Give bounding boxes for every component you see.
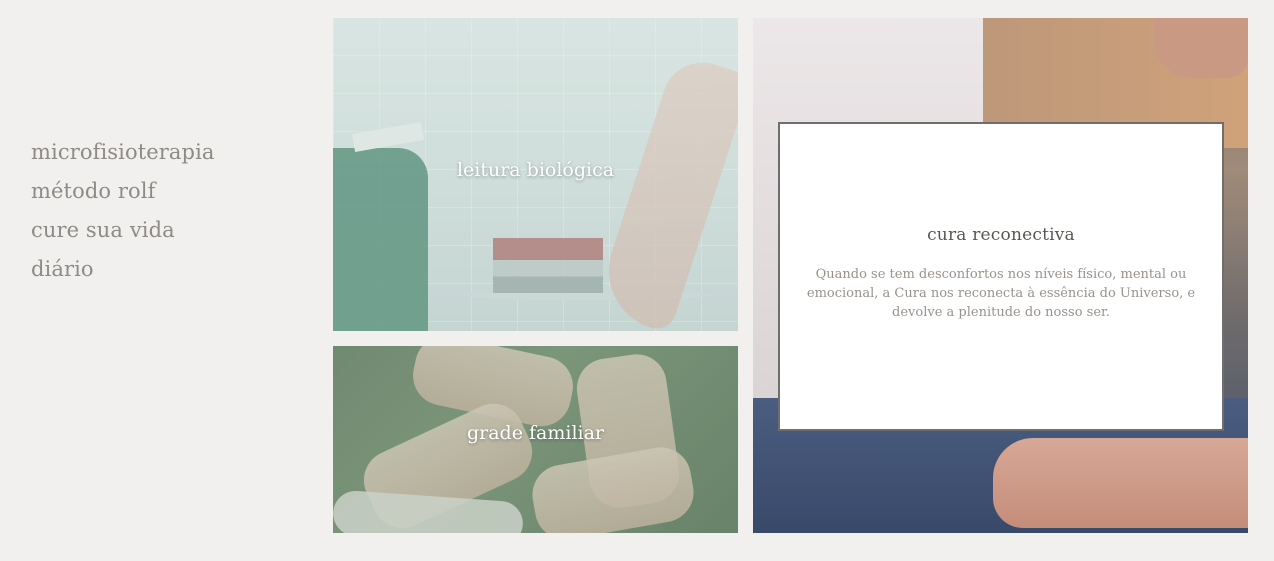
nav-link-diario[interactable]: diário (31, 250, 215, 289)
card-title: cura reconectiva (927, 225, 1075, 245)
tile-photo-hand (1153, 18, 1248, 78)
tile-photo-arm (993, 438, 1248, 528)
cura-reconectiva-card[interactable]: cura reconectiva Quando se tem desconfor… (778, 122, 1224, 431)
nav-link-metodo-rolf[interactable]: método rolf (31, 172, 215, 211)
sidebar-nav: microfisioterapia método rolf cure sua v… (31, 133, 215, 289)
tile-label-grade-familiar: grade familiar (466, 422, 605, 444)
nav-link-cure-sua-vida[interactable]: cure sua vida (31, 211, 215, 250)
tile-label-leitura-biologica: leitura biológica (456, 159, 615, 181)
tile-leitura-biologica[interactable]: leitura biológica (333, 18, 738, 331)
tile-grade-familiar[interactable]: grade familiar (333, 346, 738, 533)
card-description: Quando se tem desconfortos nos níveis fí… (806, 267, 1196, 320)
page: microfisioterapia método rolf cure sua v… (0, 0, 1274, 561)
nav-item-diario: diário (31, 250, 215, 289)
nav-link-microfisioterapia[interactable]: microfisioterapia (31, 133, 215, 172)
nav-item-cure-sua-vida: cure sua vida (31, 211, 215, 250)
nav-item-microfisioterapia: microfisioterapia (31, 133, 215, 172)
nav-item-metodo-rolf: método rolf (31, 172, 215, 211)
